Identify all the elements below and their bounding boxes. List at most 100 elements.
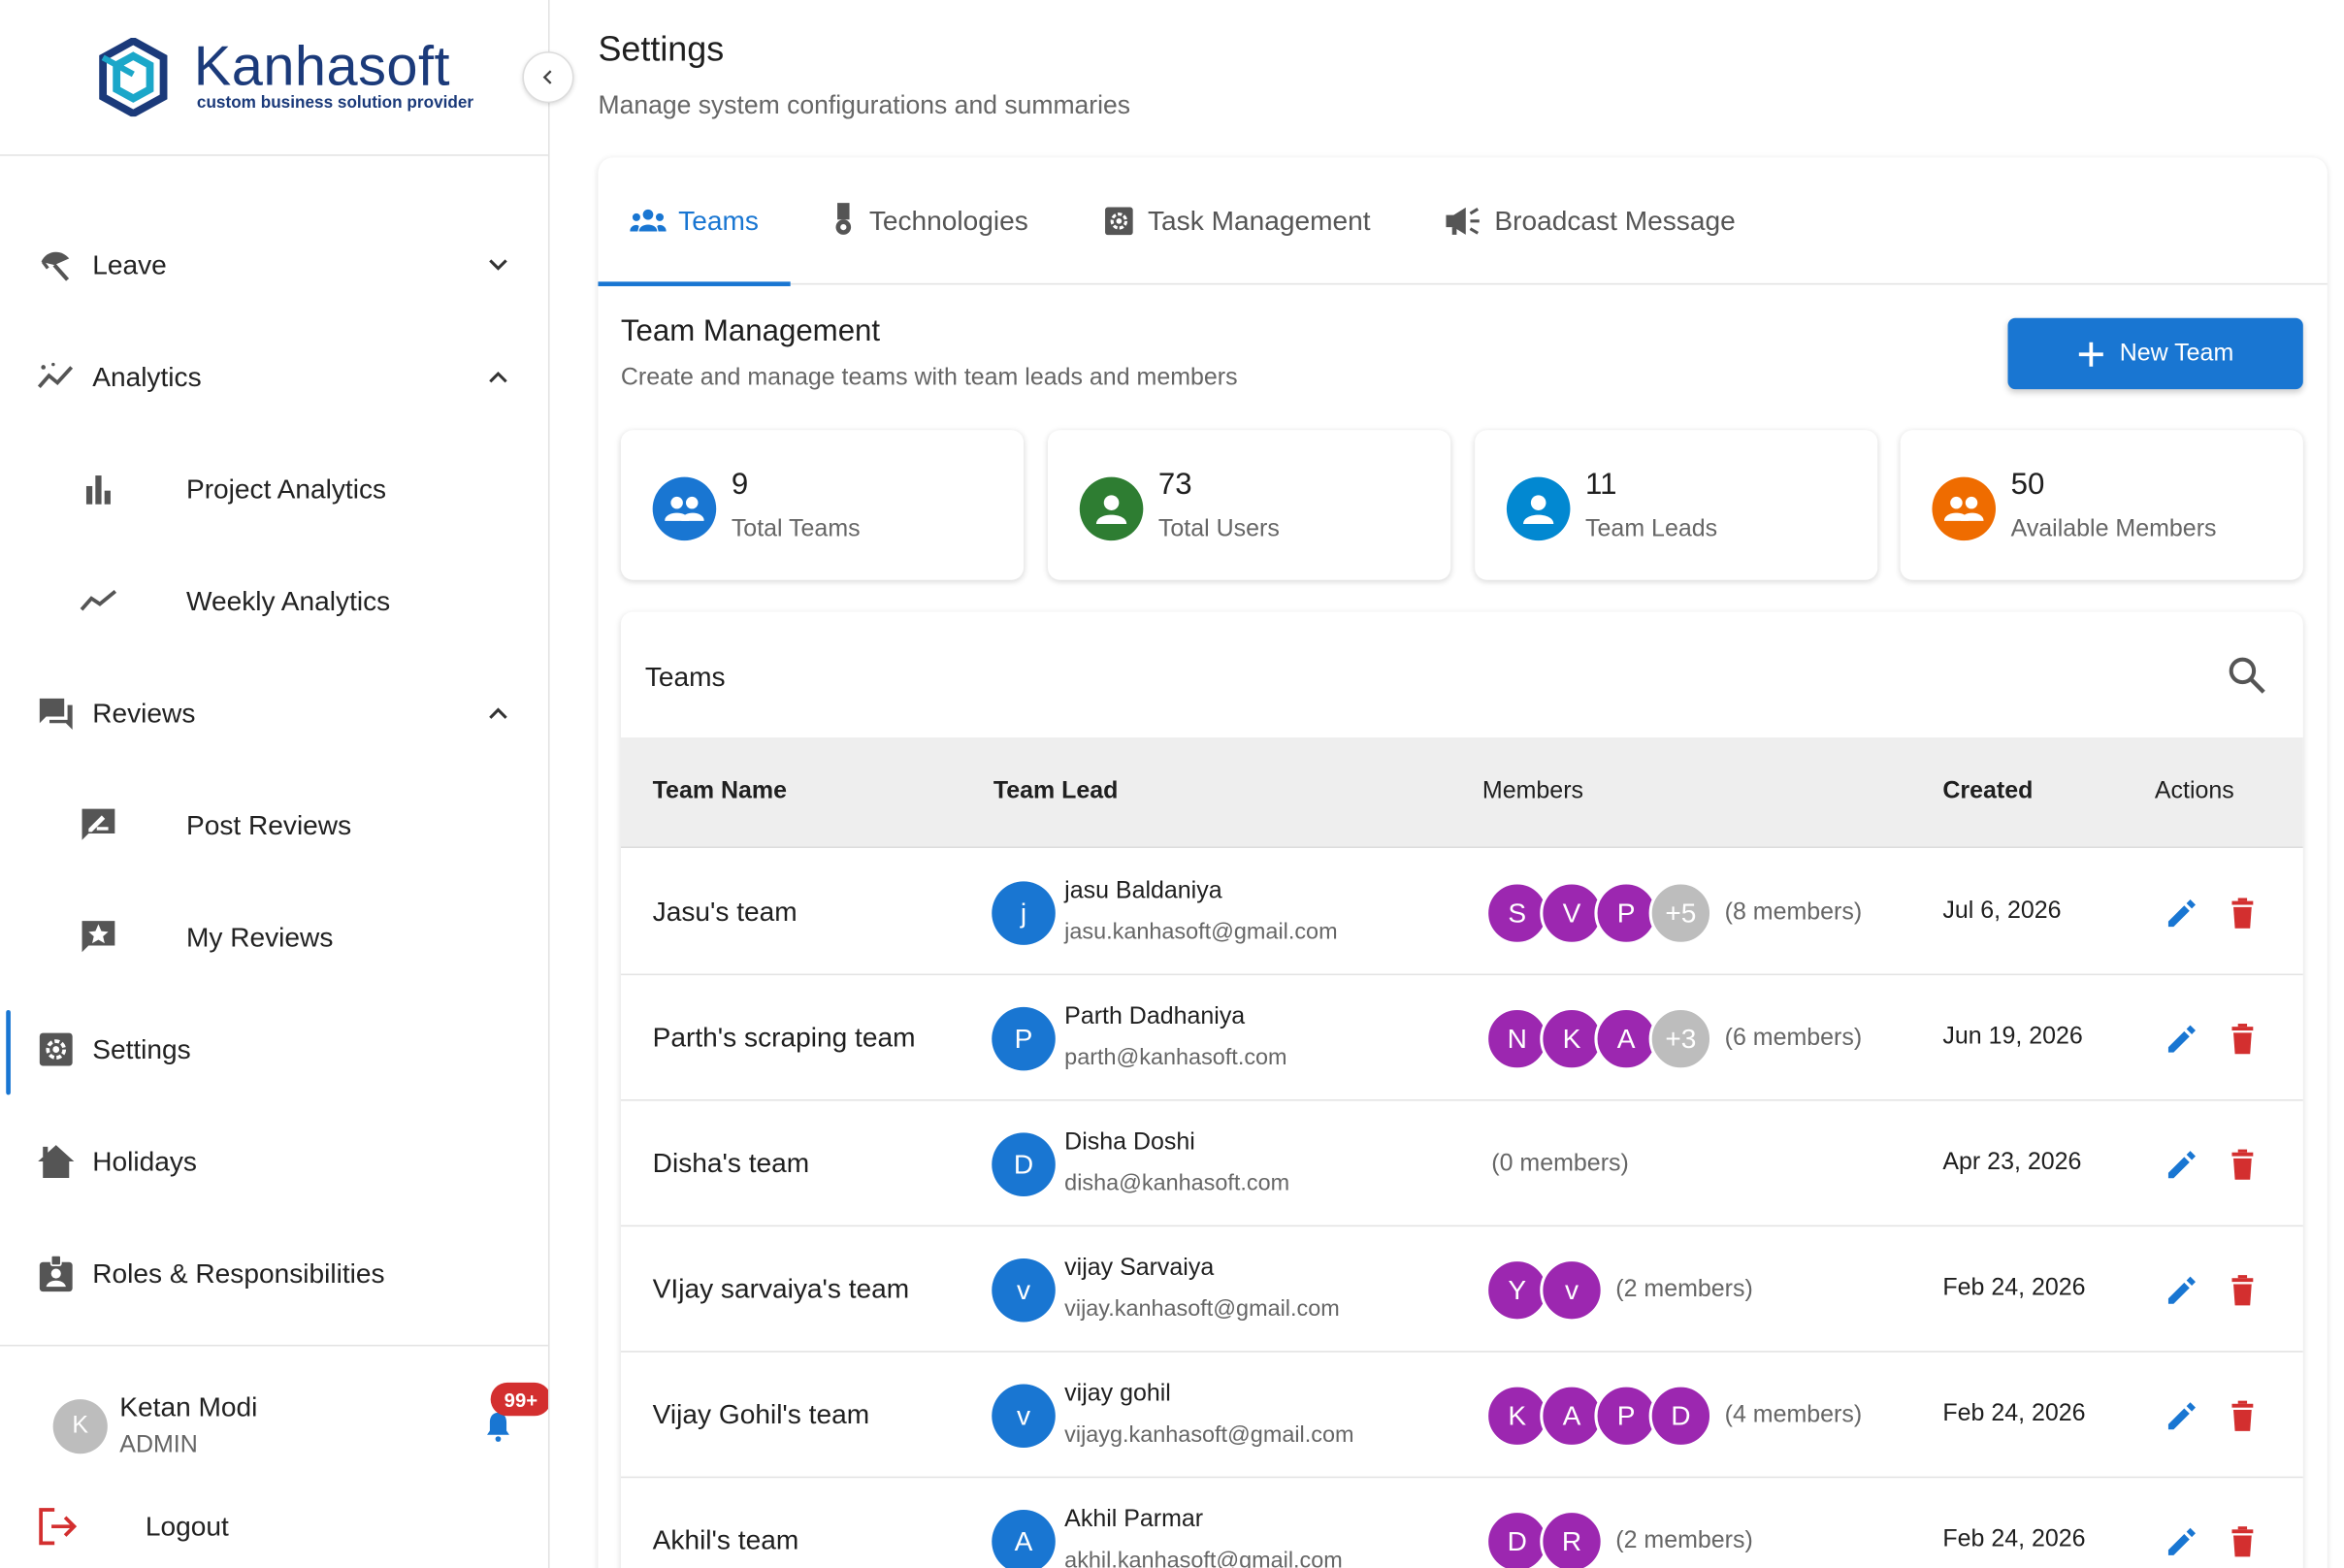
lead-avatar: P — [992, 1006, 1056, 1071]
stat-label: Available Members — [2010, 516, 2217, 542]
delete-icon[interactable] — [2225, 1272, 2261, 1308]
delete-icon[interactable] — [2225, 1021, 2261, 1057]
table-row[interactable]: Jasu's team j jasu Baldaniya jasu.kanhasoft… — [620, 850, 2303, 976]
search-icon[interactable] — [2226, 654, 2268, 697]
team-name: Parth's scraping team — [652, 1022, 916, 1053]
user-role: ADMIN — [119, 1432, 198, 1458]
header-team-lead[interactable]: Team Lead — [993, 778, 1119, 805]
table-row[interactable]: VIjay sarvaiya's team v vijay Sarvaiya vija… — [620, 1226, 2303, 1353]
delete-icon[interactable] — [2225, 1523, 2261, 1559]
stat-value: 11 — [1585, 468, 1617, 502]
umbrella-icon — [36, 245, 76, 285]
notification-badge: 99+ — [490, 1382, 548, 1417]
delete-icon[interactable] — [2225, 895, 2261, 931]
sidebar-item-post-reviews[interactable]: Post Reviews — [0, 786, 548, 865]
edit-icon[interactable] — [2164, 1272, 2199, 1308]
user-name: Ketan Modi — [119, 1391, 258, 1422]
plus-icon — [2078, 341, 2103, 366]
lead-avatar: v — [992, 1258, 1056, 1323]
stat-available-members: 50 Available Members — [1900, 430, 2303, 580]
member-count: (8 members) — [1724, 899, 1863, 926]
sidebar-item-label: Post Reviews — [185, 809, 352, 840]
table-header: Team Name Team Lead Members Created Acti… — [620, 737, 2303, 848]
chevron-up-icon[interactable] — [481, 360, 514, 393]
edit-icon[interactable] — [2164, 895, 2199, 931]
more-members-avatar[interactable]: +3 — [1648, 1006, 1713, 1071]
lead-name: vijay gohil — [1064, 1381, 1171, 1407]
stat-team-leads: 11 Team Leads — [1475, 430, 1878, 580]
sidebar-item-leave[interactable]: Leave — [0, 226, 548, 305]
lead-avatar: v — [992, 1384, 1056, 1449]
stat-total-teams: 9 Total Teams — [620, 430, 1025, 580]
header-team-name[interactable]: Team Name — [653, 778, 787, 805]
stat-total-users: 73 Total Users — [1048, 430, 1451, 580]
header-created[interactable]: Created — [1942, 778, 2033, 805]
member-count: (6 members) — [1724, 1025, 1863, 1052]
tab-teams[interactable]: Teams — [598, 157, 791, 286]
lead-email: vijay.kanhasoft@gmail.com — [1064, 1295, 1340, 1323]
table-row[interactable]: Parth's scraping team P Parth Dadhaniya par… — [620, 975, 2303, 1101]
created-date: Apr 23, 2026 — [1942, 1149, 2082, 1176]
more-members-avatar[interactable]: +5 — [1648, 881, 1713, 945]
member-avatar[interactable]: v — [1540, 1258, 1604, 1323]
member-avatar[interactable]: R — [1540, 1510, 1604, 1568]
avatar[interactable]: K — [52, 1399, 108, 1454]
delete-icon[interactable] — [2225, 1146, 2261, 1182]
sidebar-item-label: Roles & Responsibilities — [92, 1258, 385, 1289]
created-date: Jul 6, 2026 — [1942, 898, 2062, 925]
logout-button[interactable]: Logout — [146, 1512, 229, 1544]
brand-header: Kanhasoft custom business solution provi… — [0, 0, 548, 156]
collapse-sidebar-button[interactable] — [522, 51, 574, 104]
header-members: Members — [1481, 778, 1584, 804]
tab-label: Teams — [678, 205, 759, 236]
sidebar-item-holidays[interactable]: Holidays — [0, 1122, 548, 1200]
star-review-icon — [79, 918, 118, 958]
sidebar: Users Kanhasoft custom business solution… — [0, 0, 550, 1568]
trend-line-icon — [79, 581, 118, 621]
lead-email: disha@kanhasoft.com — [1064, 1170, 1290, 1196]
sidebar-item-project-analytics[interactable]: Project Analytics — [0, 450, 548, 529]
rate-review-icon — [79, 805, 118, 845]
sidebar-item-settings[interactable]: Settings — [0, 1009, 548, 1095]
chevron-down-icon[interactable] — [481, 248, 514, 281]
created-date: Feb 24, 2026 — [1942, 1275, 2086, 1301]
team-management-subtitle: Create and manage teams with team leads … — [620, 365, 1238, 391]
bar-chart-icon — [79, 470, 118, 509]
members-cell: K A P D (4 members) — [1485, 1384, 1862, 1449]
tab-broadcast-message[interactable]: Broadcast Message — [1443, 157, 1736, 284]
team-name: VIjay sarvaiya's team — [652, 1273, 910, 1304]
page-title: Settings — [598, 28, 725, 69]
sidebar-item-my-reviews[interactable]: My Reviews — [0, 898, 548, 976]
edit-icon[interactable] — [2164, 1021, 2199, 1057]
tab-label: Task Management — [1148, 205, 1371, 236]
logout-icon[interactable] — [36, 1507, 79, 1547]
edit-icon[interactable] — [2164, 1398, 2199, 1434]
sidebar-item-weekly-analytics[interactable]: Weekly Analytics — [0, 562, 548, 640]
sidebar-item-label: Leave — [92, 248, 167, 279]
sidebar-item-reviews[interactable]: Reviews — [0, 674, 548, 753]
table-row[interactable]: Vijay Gohil's team v vijay gohil vijayg.kan… — [620, 1353, 2303, 1479]
tab-task-management[interactable]: Task Management — [1102, 157, 1371, 284]
edit-icon[interactable] — [2164, 1146, 2199, 1182]
new-team-button[interactable]: New Team — [2007, 317, 2303, 390]
chevron-up-icon[interactable] — [481, 697, 514, 730]
table-row[interactable]: Disha's team D Disha Doshi disha@kanhasoft.… — [620, 1101, 2303, 1227]
sidebar-footer: K Ketan Modi ADMIN 99+ Logout — [0, 1344, 548, 1568]
kanhasoft-logo-icon — [99, 38, 168, 117]
edit-icon[interactable] — [2164, 1523, 2199, 1559]
members-cell: D R (2 members) — [1485, 1510, 1753, 1568]
delete-icon[interactable] — [2225, 1398, 2261, 1434]
member-count: (2 members) — [1615, 1527, 1753, 1554]
stat-value: 50 — [2010, 468, 2045, 502]
tab-technologies[interactable]: Technologies — [830, 157, 1028, 284]
table-row[interactable]: Akhil's team A Akhil Parmar akhil.kanhasoft… — [621, 1478, 2303, 1568]
teams-table-title: Teams — [644, 662, 726, 693]
team-name: Jasu's team — [652, 896, 798, 928]
page-subtitle: Manage system configurations and summari… — [598, 90, 1131, 120]
sidebar-item-analytics[interactable]: Analytics — [0, 338, 548, 416]
stat-label: Total Users — [1157, 516, 1280, 542]
sidebar-item-roles[interactable]: Roles & Responsibilities — [0, 1234, 548, 1313]
settings-card: Teams Technologies Task Management Broad… — [598, 157, 2328, 1568]
member-avatar[interactable]: D — [1648, 1384, 1713, 1449]
members-cell: S V P +5 (8 members) — [1485, 881, 1862, 945]
